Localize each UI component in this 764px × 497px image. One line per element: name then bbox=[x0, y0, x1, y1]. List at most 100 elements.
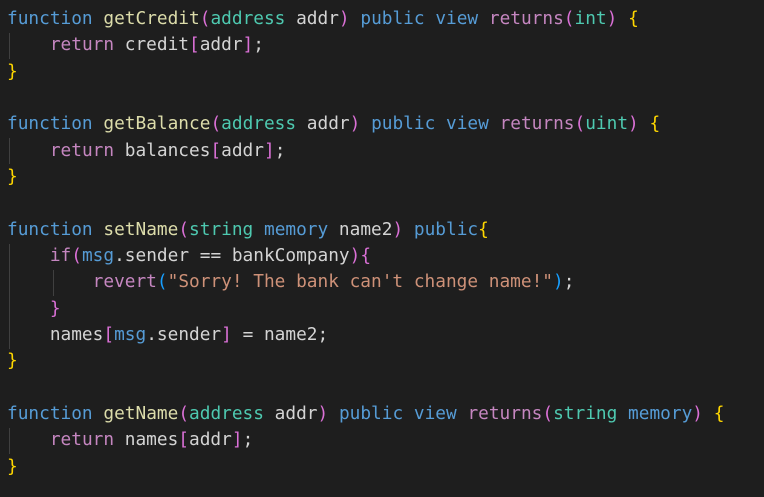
code-token: public bbox=[338, 402, 404, 424]
code-token: string bbox=[189, 218, 254, 240]
code-token: ] bbox=[221, 323, 232, 345]
code-line: names[msg.sender] = name2; bbox=[7, 322, 328, 348]
code-token: function bbox=[7, 8, 93, 29]
code-token: addr bbox=[285, 8, 339, 29]
code-token: } bbox=[7, 60, 18, 82]
code-token: [ bbox=[178, 429, 190, 451]
code-token: return bbox=[49, 429, 115, 451]
code-token: view bbox=[435, 8, 479, 29]
code-line: } bbox=[7, 454, 18, 480]
code-token: ; bbox=[242, 429, 254, 451]
code-token: ) bbox=[553, 271, 564, 293]
code-token: public bbox=[371, 113, 436, 135]
code-token: ] bbox=[242, 34, 254, 56]
code-token: .sender == bankCompany bbox=[114, 244, 350, 266]
code-token: names bbox=[7, 323, 104, 345]
code-token: returns bbox=[488, 8, 564, 29]
code-token: function bbox=[7, 218, 93, 240]
code-token: balances bbox=[114, 139, 211, 161]
code-line: return balances[addr]; bbox=[7, 138, 286, 164]
code-token: ) bbox=[349, 113, 361, 135]
code-token: [ bbox=[103, 323, 115, 345]
code-token: string bbox=[553, 402, 618, 424]
code-token: ; bbox=[563, 271, 575, 293]
code-token: msg bbox=[81, 244, 115, 266]
code-token: view bbox=[413, 402, 457, 424]
code-token: names bbox=[114, 429, 179, 451]
code-token: ( bbox=[156, 271, 168, 293]
code-token: address bbox=[210, 8, 286, 29]
code-token: ( bbox=[199, 8, 211, 29]
code-token: addr bbox=[199, 34, 243, 56]
code-token: ] bbox=[263, 139, 275, 161]
code-token: function bbox=[7, 402, 93, 424]
code-token: ; bbox=[253, 34, 264, 56]
code-token: } bbox=[7, 165, 18, 187]
code-token: returns bbox=[499, 113, 575, 135]
code-token: revert bbox=[92, 271, 157, 293]
code-token: memory bbox=[628, 402, 693, 424]
code-token: uint bbox=[585, 113, 629, 135]
code-line: return credit[addr]; bbox=[7, 32, 264, 58]
code-token: ; bbox=[274, 139, 286, 161]
code-token: addr bbox=[221, 139, 264, 161]
code-token: getName bbox=[103, 402, 179, 424]
code-token: getBalance bbox=[103, 113, 211, 135]
code-token: ( bbox=[178, 218, 190, 240]
code-line: function getName(address addr) public vi… bbox=[7, 401, 724, 427]
code-line: } bbox=[7, 296, 61, 322]
code-token: view bbox=[446, 113, 489, 135]
code-token: ( bbox=[210, 113, 222, 135]
code-token: if bbox=[49, 244, 72, 266]
code-token: credit bbox=[114, 34, 189, 56]
code-token: } bbox=[7, 350, 18, 372]
code-line: revert("Sorry! The bank can't change nam… bbox=[7, 269, 575, 295]
code-token: { bbox=[713, 402, 725, 424]
code-token: int bbox=[574, 8, 607, 29]
code-token: name2 bbox=[328, 218, 393, 240]
code-token: getCredit bbox=[103, 8, 200, 29]
code-token: ( bbox=[178, 402, 190, 424]
code-token: public bbox=[360, 8, 425, 29]
code-line: if(msg.sender == bankCompany){ bbox=[7, 243, 371, 269]
code-line: function getBalance(address addr) public… bbox=[7, 111, 660, 137]
code-token: ( bbox=[542, 402, 554, 424]
code-token: addr bbox=[296, 113, 350, 135]
code-token: ( bbox=[71, 244, 82, 266]
code-line: } bbox=[7, 59, 18, 85]
code-token: [ bbox=[189, 34, 200, 56]
code-token: addr bbox=[263, 402, 318, 424]
code-token: ] bbox=[231, 429, 243, 451]
code-editor[interactable]: function getCredit(address addr) public … bbox=[0, 0, 764, 497]
code-line: function getCredit(address addr) public … bbox=[7, 6, 639, 32]
code-line: } bbox=[7, 164, 18, 190]
code-line: } bbox=[7, 348, 18, 374]
code-token: function bbox=[7, 113, 93, 135]
code-token: returns bbox=[467, 402, 543, 424]
code-token: = name2; bbox=[231, 323, 329, 345]
code-token: ) bbox=[606, 8, 618, 29]
code-token: ) bbox=[338, 8, 350, 29]
code-token: { bbox=[628, 8, 639, 29]
code-line: return names[addr]; bbox=[7, 427, 253, 453]
code-token: return bbox=[49, 139, 115, 161]
code-token: setName bbox=[103, 218, 179, 240]
code-token: public bbox=[413, 218, 479, 240]
